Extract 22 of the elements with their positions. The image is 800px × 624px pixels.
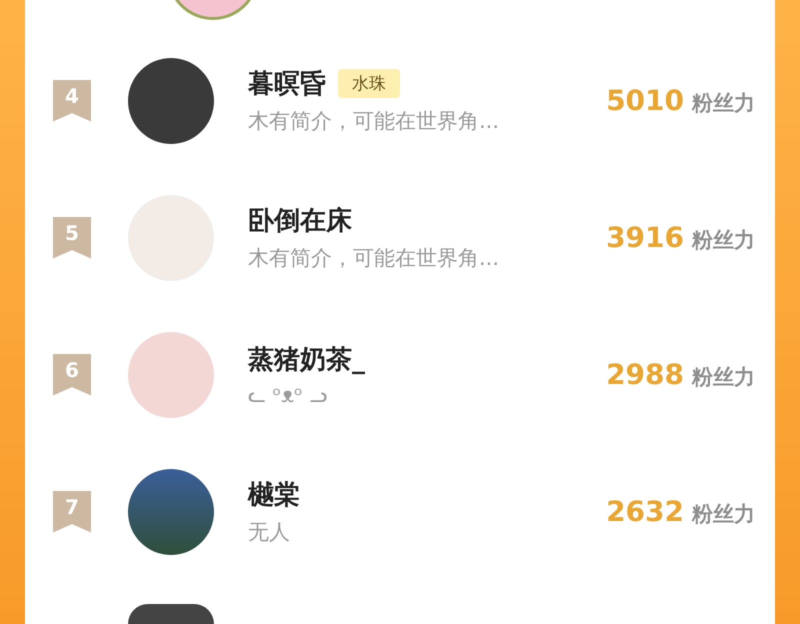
- user-bio: 木有简介，可能在世界角...: [248, 108, 500, 135]
- fan-score-label: 粉丝力: [692, 364, 755, 391]
- fan-score-label: 粉丝力: [692, 90, 755, 117]
- rank-badge: 7: [53, 490, 91, 532]
- user-name[interactable]: 卧倒在床: [248, 203, 352, 238]
- fan-score: 5010: [606, 84, 684, 117]
- rank-badge: 4: [53, 80, 91, 122]
- fan-score: 3916: [606, 221, 684, 254]
- fan-score-label: 粉丝力: [692, 227, 755, 254]
- user-name[interactable]: 暮暝昏: [248, 66, 326, 101]
- avatar-image[interactable]: [128, 604, 214, 624]
- rank-badge: 6: [53, 354, 91, 396]
- user-bio: ᓚ ᵒᴥᵒ ᓗ: [248, 382, 328, 408]
- fan-score: 2632: [606, 495, 684, 528]
- fan-score: 2988: [606, 358, 684, 391]
- rank-badge: 5: [53, 216, 91, 258]
- fan-badge: 水珠: [338, 69, 400, 98]
- user-name[interactable]: 樾棠: [248, 477, 300, 512]
- user-bio: 木有简介，可能在世界角...: [248, 245, 500, 272]
- fan-score-label: 粉丝力: [692, 501, 755, 528]
- user-name[interactable]: 蒸猪奶茶_: [248, 342, 365, 376]
- user-bio: 无人: [248, 519, 291, 546]
